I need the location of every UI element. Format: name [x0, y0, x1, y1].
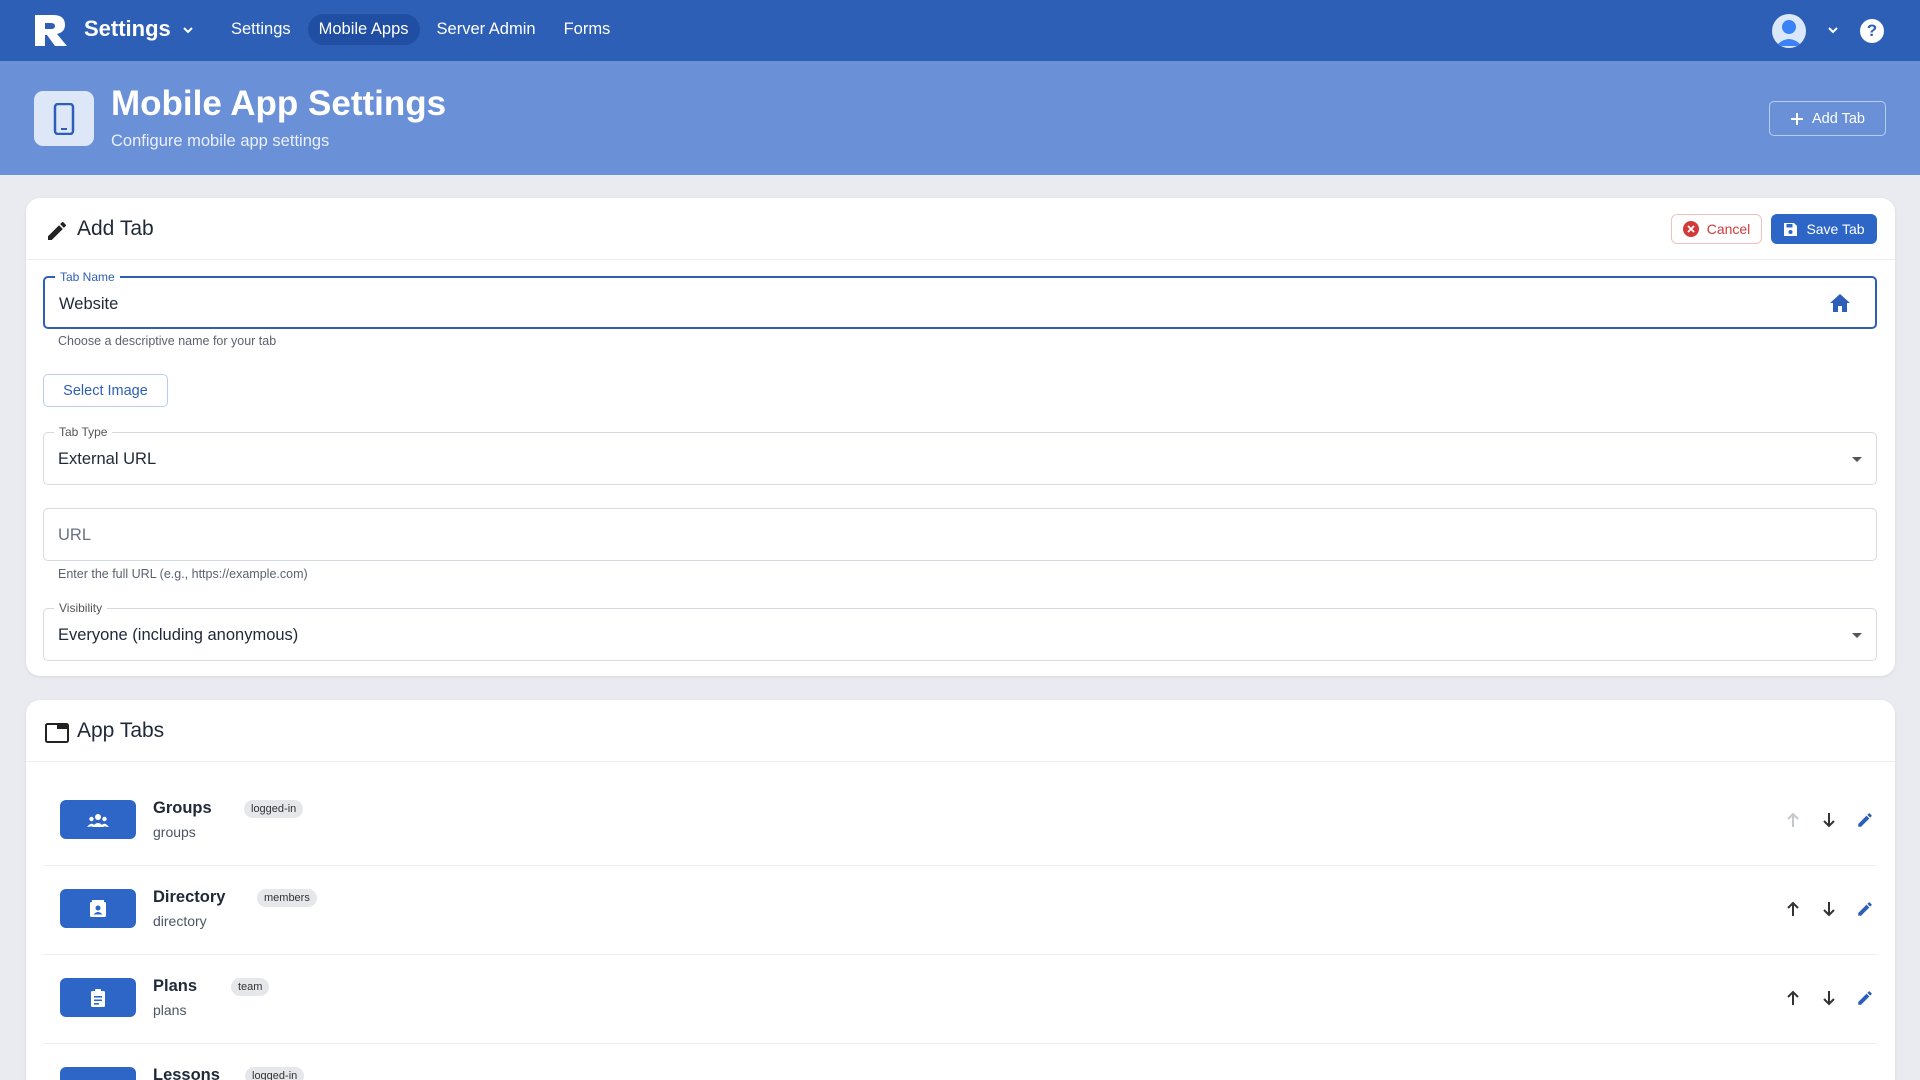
app-tabs-card-header: App Tabs	[26, 700, 1895, 762]
url-field[interactable]: URL	[43, 508, 1877, 561]
list-item: Plans team plans	[43, 956, 1877, 1044]
app-logo-icon[interactable]	[33, 13, 69, 47]
main-nav: Settings Mobile Apps Server Admin Forms	[220, 14, 621, 45]
move-down-icon[interactable]	[1819, 810, 1839, 830]
app-title[interactable]: Settings	[84, 14, 171, 44]
tab-row-name: Plans	[153, 977, 198, 995]
nav-item-settings[interactable]: Settings	[220, 14, 302, 45]
tab-row-name: Groups	[153, 799, 212, 817]
dropdown-caret-icon	[1852, 457, 1862, 462]
tab-row-name: Directory	[153, 888, 226, 906]
top-nav-bar: Settings Settings Mobile Apps Server Adm…	[0, 0, 1920, 61]
home-icon	[1830, 294, 1850, 312]
list-item: Lessons logged-in	[43, 1045, 1877, 1080]
book-icon	[60, 1067, 136, 1080]
save-icon	[1784, 222, 1798, 236]
url-input[interactable]: URL	[58, 525, 91, 545]
tab-name-helper: Choose a descriptive name for your tab	[58, 334, 277, 348]
move-down-icon[interactable]	[1819, 899, 1839, 919]
user-avatar[interactable]	[1772, 14, 1806, 48]
status-badge: logged-in	[244, 800, 304, 818]
select-image-button[interactable]: Select Image	[43, 374, 168, 407]
cancel-circle-icon	[1682, 221, 1699, 237]
cancel-button[interactable]: Cancel	[1671, 214, 1762, 244]
tab-name-label: Tab Name	[55, 270, 120, 284]
chevron-down-icon[interactable]	[182, 24, 194, 36]
move-down-icon[interactable]	[1819, 988, 1839, 1008]
nav-item-forms[interactable]: Forms	[553, 14, 622, 45]
status-badge: members	[257, 889, 317, 907]
tab-type-select[interactable]: Tab Type External URL	[43, 425, 1877, 485]
tab-row-slug: groups	[153, 824, 196, 840]
edit-pencil-icon[interactable]	[1855, 899, 1875, 919]
move-up-icon[interactable]	[1783, 988, 1803, 1008]
edit-pencil-icon[interactable]	[1855, 810, 1875, 830]
move-up-icon[interactable]	[1783, 899, 1803, 919]
app-tabs-card: App Tabs Groups logged-in groups Directo…	[26, 700, 1895, 1080]
cancel-button-label: Cancel	[1706, 221, 1751, 237]
add-tab-title: Add Tab	[77, 217, 154, 240]
edit-pencil-icon[interactable]	[1855, 988, 1875, 1008]
add-tab-card: Add Tab Cancel Save Tab Tab Name Website…	[26, 198, 1895, 676]
add-tab-card-header: Add Tab Cancel Save Tab	[26, 198, 1895, 260]
save-tab-button-label: Save Tab	[1806, 221, 1865, 237]
tab-name-field[interactable]: Tab Name Website	[43, 270, 1877, 329]
move-up-icon[interactable]	[1783, 810, 1803, 830]
save-tab-button[interactable]: Save Tab	[1771, 214, 1877, 244]
tab-row-slug: plans	[153, 1002, 187, 1018]
phone-icon	[34, 91, 94, 146]
visibility-value: Everyone (including anonymous)	[58, 626, 299, 644]
plus-icon	[1791, 112, 1804, 125]
visibility-label: Visibility	[54, 601, 108, 615]
app-tabs-title: App Tabs	[77, 719, 165, 742]
url-helper: Enter the full URL (e.g., https://exampl…	[58, 567, 308, 581]
clipboard-icon	[60, 978, 136, 1017]
tab-row-slug: directory	[153, 913, 207, 929]
tab-name-input[interactable]: Website	[59, 294, 118, 314]
tab-type-value: External URL	[58, 450, 157, 468]
status-badge: team	[231, 978, 270, 996]
visibility-select[interactable]: Visibility Everyone (including anonymous…	[43, 601, 1877, 661]
nav-item-mobile-apps[interactable]: Mobile Apps	[307, 14, 420, 45]
help-icon[interactable]: ?	[1860, 19, 1884, 43]
status-badge: logged-in	[245, 1067, 305, 1080]
nav-item-server-admin[interactable]: Server Admin	[426, 14, 547, 45]
user-menu-chevron-icon[interactable]	[1827, 24, 1839, 36]
list-item: Groups logged-in groups	[43, 778, 1877, 866]
dropdown-caret-icon	[1852, 633, 1862, 638]
add-tab-button[interactable]: Add Tab	[1769, 101, 1886, 136]
add-tab-button-label: Add Tab	[1812, 110, 1865, 127]
tab-window-icon	[45, 723, 69, 743]
tab-type-label: Tab Type	[54, 425, 113, 439]
page-subtitle: Configure mobile app settings	[111, 132, 330, 150]
page-header: Mobile App Settings Configure mobile app…	[0, 61, 1920, 175]
page-title: Mobile App Settings	[111, 84, 447, 123]
user-icon	[1776, 20, 1802, 46]
pencil-icon	[48, 221, 67, 240]
groups-icon	[60, 800, 136, 839]
tab-row-name: Lessons	[153, 1066, 220, 1080]
list-item: Directory members directory	[43, 867, 1877, 955]
contact-card-icon	[60, 889, 136, 928]
